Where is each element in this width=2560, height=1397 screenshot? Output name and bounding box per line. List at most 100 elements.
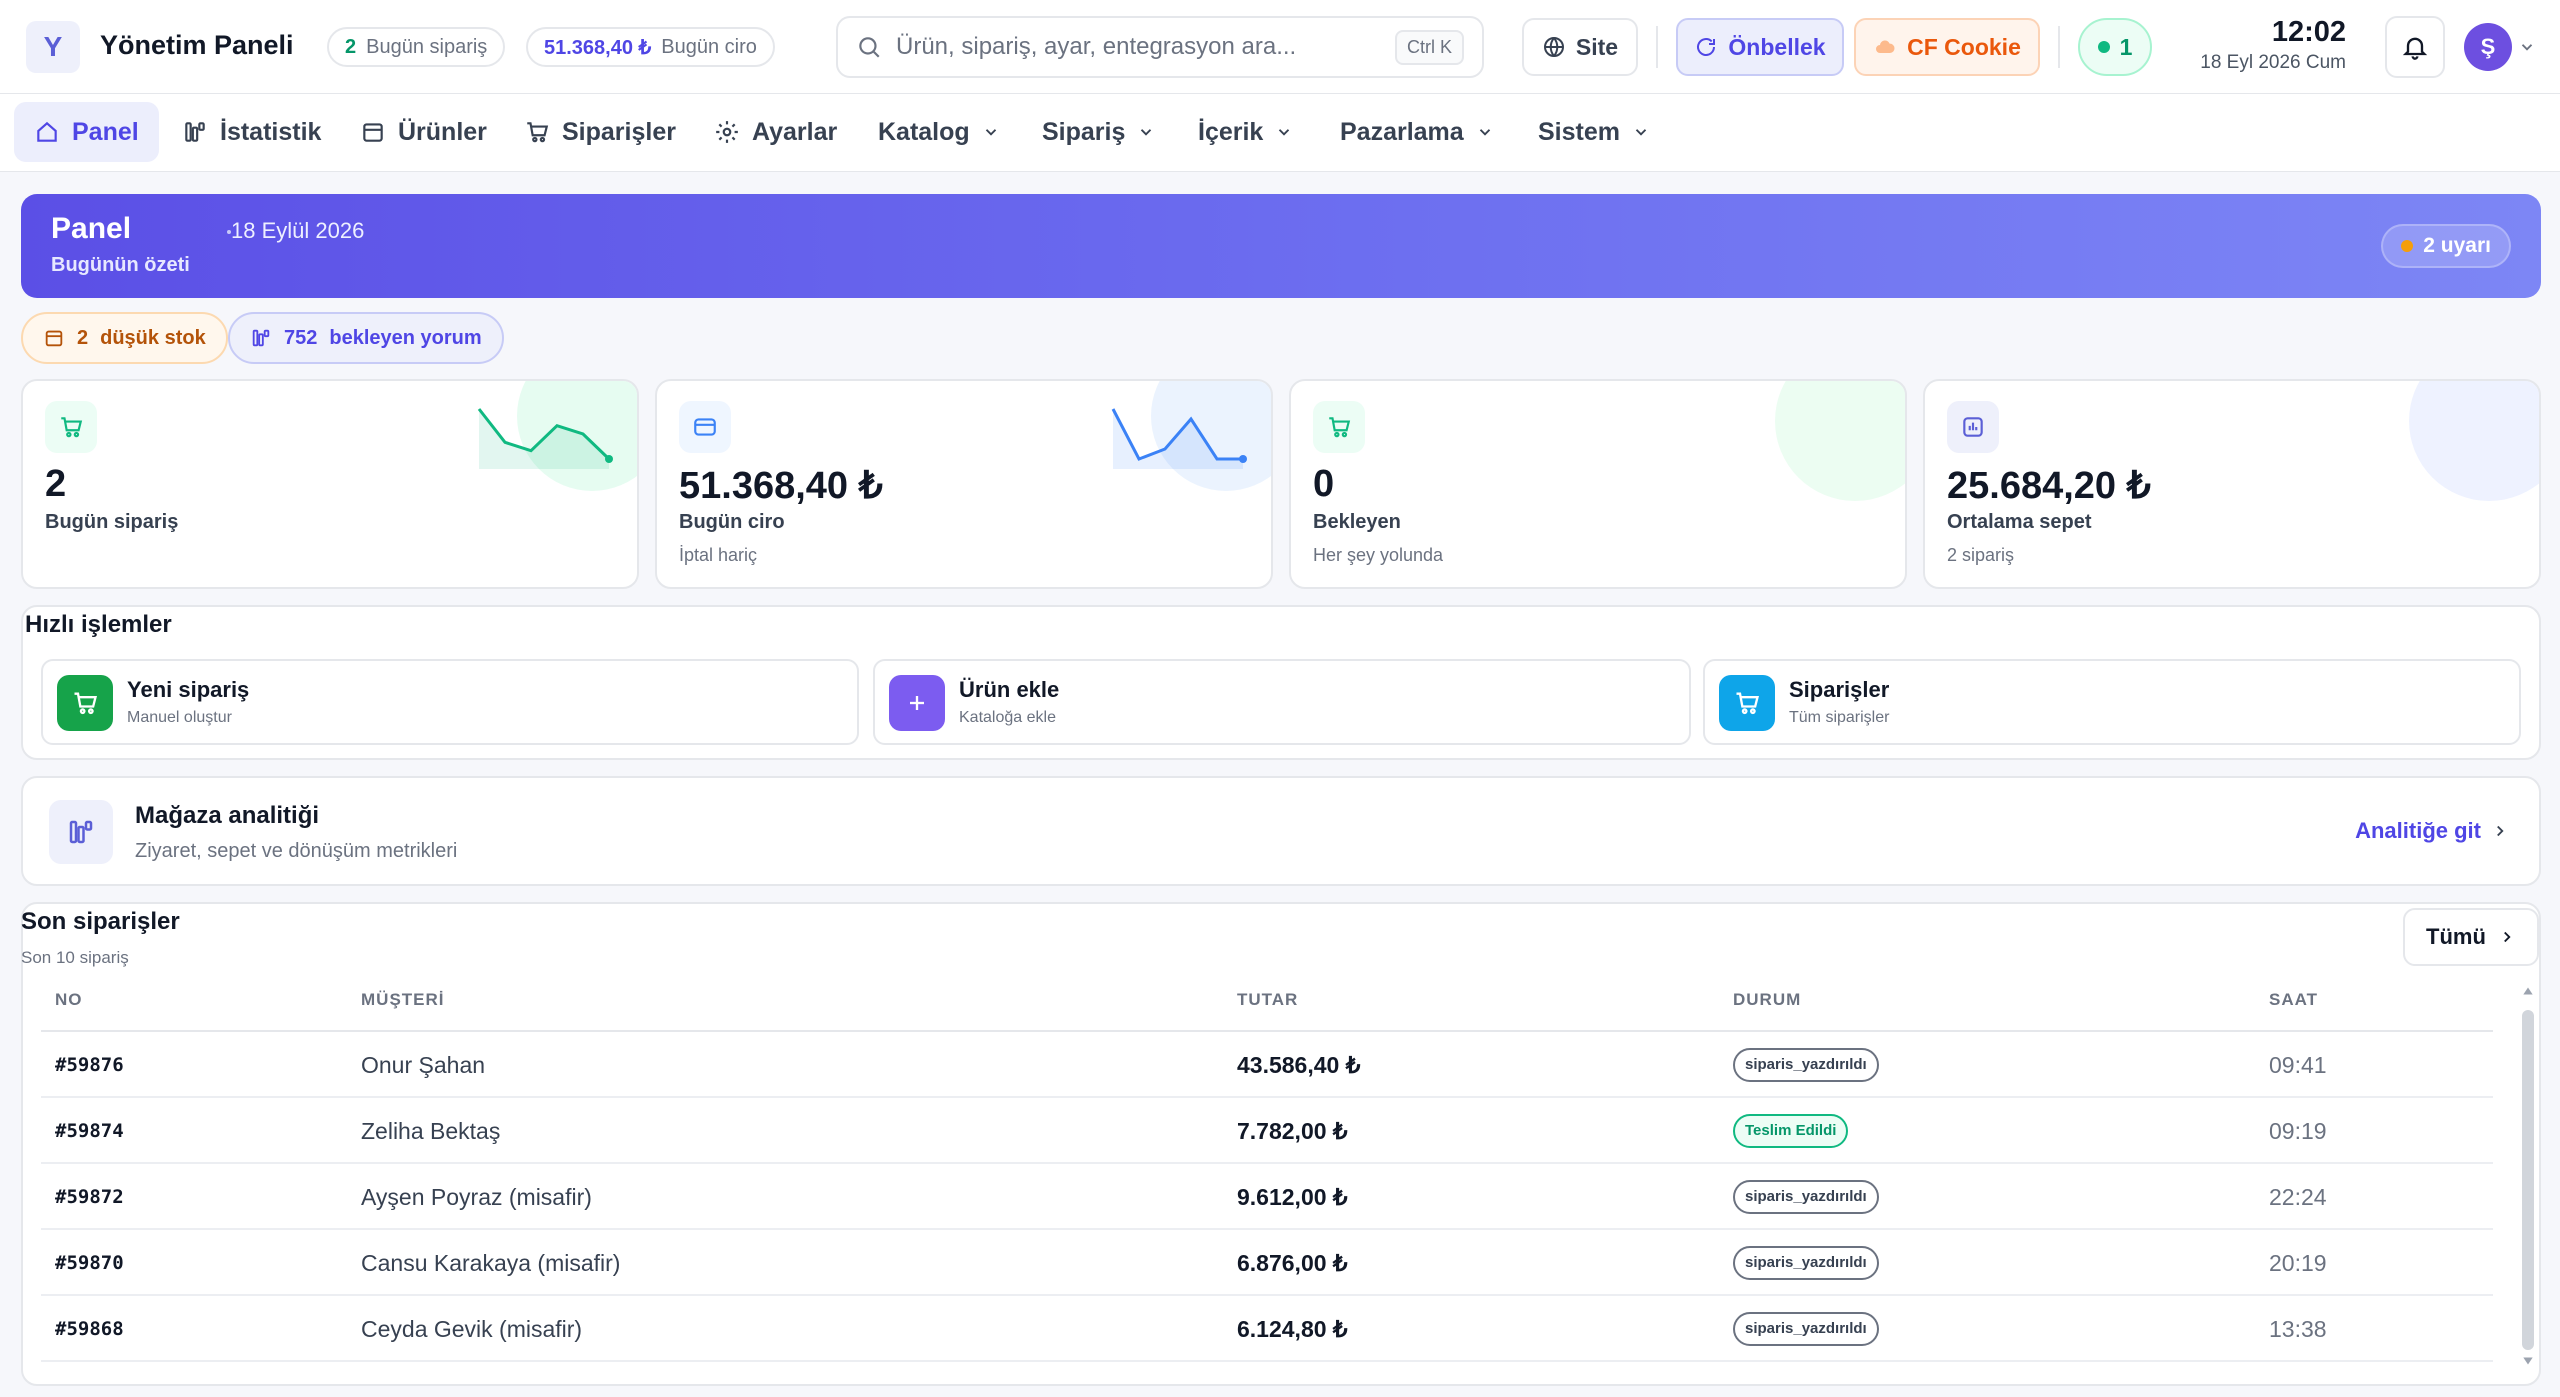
stat-card-average-basket[interactable]: 25.684,20 ₺ Ortalama sepet 2 sipariş xyxy=(1923,379,2541,589)
orders-shortcut-button[interactable]: Siparişler Tüm siparişler xyxy=(1703,659,2521,745)
refresh-icon xyxy=(1697,38,1716,56)
stat-card-today-orders[interactable]: 2 Bugün sipariş xyxy=(21,379,639,589)
column-header-no: NO xyxy=(55,990,83,1009)
order-customer: Zeliha Bektaş xyxy=(361,1118,501,1144)
app-logo[interactable]: Y xyxy=(26,21,80,73)
user-avatar[interactable]: Ş xyxy=(2464,23,2512,71)
stats-icon xyxy=(252,329,270,347)
toolbar-divider xyxy=(2058,26,2060,68)
add-product-button[interactable]: Ürün ekle Kataloğa ekle xyxy=(873,659,1691,745)
nav-item-orders[interactable]: Siparişler xyxy=(504,102,696,162)
bell-icon xyxy=(2402,37,2428,60)
online-count: 1 xyxy=(2119,33,2133,60)
global-search[interactable]: Ctrl K xyxy=(836,16,1484,78)
recent-orders-section: Son siparişler Son 10 sipariş Tümü NO MÜ… xyxy=(21,902,2541,1386)
top-bar: Y Yönetim Paneli 2 Bugün sipariş 51.368,… xyxy=(0,0,2560,94)
scroll-down-icon[interactable] xyxy=(2521,1354,2535,1368)
nav-item-catalog[interactable]: Katalog xyxy=(858,102,1020,162)
stats-icon xyxy=(69,820,93,844)
stat-value: 25.684,20 ₺ xyxy=(1947,465,2151,507)
quick-actions-section: Hızlı işlemler Yeni sipariş Manuel oluşt… xyxy=(21,605,2541,760)
table-row[interactable]: #59868 Ceyda Gevik (misafir) 6.124,80 ₺ … xyxy=(41,1296,2493,1362)
view-all-orders-button[interactable]: Tümü xyxy=(2403,908,2539,966)
table-row[interactable]: #59870 Cansu Karakaya (misafir) 6.876,00… xyxy=(41,1230,2493,1296)
search-input[interactable] xyxy=(896,33,1395,61)
qa-subtitle: Manuel oluştur xyxy=(127,709,232,726)
today-orders-count: 2 xyxy=(345,35,357,58)
notifications-button[interactable] xyxy=(2385,16,2445,78)
chevron-down-icon xyxy=(1635,129,1647,136)
nav-item-label: Katalog xyxy=(878,117,970,146)
column-header-amount: TUTAR xyxy=(1237,990,1299,1009)
status-badge: siparis_yazdırıldı xyxy=(1733,1048,1879,1082)
credit-card-icon xyxy=(694,418,716,436)
table-row[interactable]: #59874 Zeliha Bektaş 7.782,00 ₺ Teslim E… xyxy=(41,1098,2493,1164)
nav-item-statistics[interactable]: İstatistik xyxy=(162,102,341,162)
scrollbar-thumb[interactable] xyxy=(2522,1010,2534,1350)
cf-cookie-button[interactable]: CF Cookie xyxy=(1854,18,2040,76)
nav-item-panel[interactable]: Panel xyxy=(14,102,159,162)
cart-icon xyxy=(61,417,83,438)
site-button[interactable]: Site xyxy=(1522,18,1638,76)
table-scrollbar[interactable] xyxy=(2517,982,2539,1372)
qa-icon-box xyxy=(1719,675,1775,731)
warning-dot xyxy=(2401,240,2414,252)
status-badge: Teslim Edildi xyxy=(1733,1114,1849,1148)
nav-item-content[interactable]: İçerik xyxy=(1178,102,1313,162)
warnings-badge[interactable]: 2 uyarı xyxy=(2381,224,2511,268)
nav-item-settings[interactable]: Ayarlar xyxy=(694,102,857,162)
go-to-analytics-link[interactable]: Analitiğe git xyxy=(2355,818,2509,844)
recent-orders-title: Son siparişler xyxy=(21,908,180,935)
cf-cookie-button-label: CF Cookie xyxy=(1907,33,2021,60)
order-time: 09:41 xyxy=(2269,1052,2327,1078)
card-decoration xyxy=(1775,381,1905,501)
stat-icon-box xyxy=(1947,401,1999,453)
table-row[interactable]: #59876 Onur Şahan 43.586,40 ₺ siparis_ya… xyxy=(41,1032,2493,1098)
low-stock-label: düşük stok xyxy=(100,326,206,349)
scroll-up-icon[interactable] xyxy=(2521,984,2535,998)
stat-label: Bugün sipariş xyxy=(45,511,179,533)
stat-card-pending[interactable]: 0 Bekleyen Her şey yolunda xyxy=(1289,379,1907,589)
online-users-indicator[interactable]: 1 xyxy=(2078,18,2152,76)
new-order-button[interactable]: Yeni sipariş Manuel oluştur xyxy=(41,659,859,745)
table-row[interactable]: #59872 Ayşen Poyraz (misafir) 9.612,00 ₺… xyxy=(41,1164,2493,1230)
home-icon xyxy=(37,121,57,142)
order-amount: 6.876,00 ₺ xyxy=(1237,1250,1348,1276)
cart-icon xyxy=(1736,692,1759,715)
pending-reviews-alert[interactable]: 752 bekleyen yorum xyxy=(228,312,504,364)
view-all-label: Tümü xyxy=(2426,924,2486,949)
chevron-down-icon xyxy=(1279,129,1290,136)
stat-card-today-revenue[interactable]: 51.368,40 ₺ Bugün ciro İptal hariç xyxy=(655,379,1273,589)
globe-icon xyxy=(1543,37,1564,57)
chevron-down-icon xyxy=(1479,129,1490,136)
order-amount: 6.124,80 ₺ xyxy=(1237,1316,1348,1342)
cart-icon xyxy=(1329,417,1351,438)
qa-icon-box xyxy=(57,675,113,731)
nav-item-label: Sipariş xyxy=(1042,117,1126,146)
chevron-down-icon xyxy=(985,129,996,136)
nav-item-label: Ürünler xyxy=(398,117,487,146)
summary-banner: Panel 18 Eylül 2026 Bugünün özeti 2 uyar… xyxy=(21,194,2541,298)
analytics-icon-box xyxy=(49,800,113,864)
low-stock-alert[interactable]: 2 düşük stok xyxy=(21,312,228,364)
nav-item-label: Siparişler xyxy=(562,117,676,146)
order-time: 22:24 xyxy=(2269,1184,2327,1210)
stat-value: 2 xyxy=(45,463,67,505)
nav-item-label: Ayarlar xyxy=(752,117,838,146)
store-analytics-card[interactable]: Mağaza analitiği Ziyaret, sepet ve dönüş… xyxy=(21,776,2541,886)
column-header-status: DURUM xyxy=(1733,990,1802,1009)
order-customer: Cansu Karakaya (misafir) xyxy=(361,1250,621,1276)
nav-item-products[interactable]: Ürünler xyxy=(340,102,507,162)
chevron-right-icon xyxy=(2504,931,2511,943)
nav-item-system[interactable]: Sistem xyxy=(1518,102,1670,162)
chevron-down-icon[interactable] xyxy=(2518,38,2536,56)
clock-time: 12:02 xyxy=(2271,16,2346,48)
order-amount: 9.612,00 ₺ xyxy=(1237,1184,1348,1210)
order-customer: Ceyda Gevik (misafir) xyxy=(361,1316,583,1342)
nav-item-order-menu[interactable]: Sipariş xyxy=(1022,102,1175,162)
cache-button[interactable]: Önbellek xyxy=(1676,18,1844,76)
order-amount: 7.782,00 ₺ xyxy=(1237,1118,1348,1144)
nav-item-marketing[interactable]: Pazarlama xyxy=(1320,102,1514,162)
qa-title: Siparişler xyxy=(1789,677,1890,702)
stat-value: 51.368,40 ₺ xyxy=(679,465,883,507)
